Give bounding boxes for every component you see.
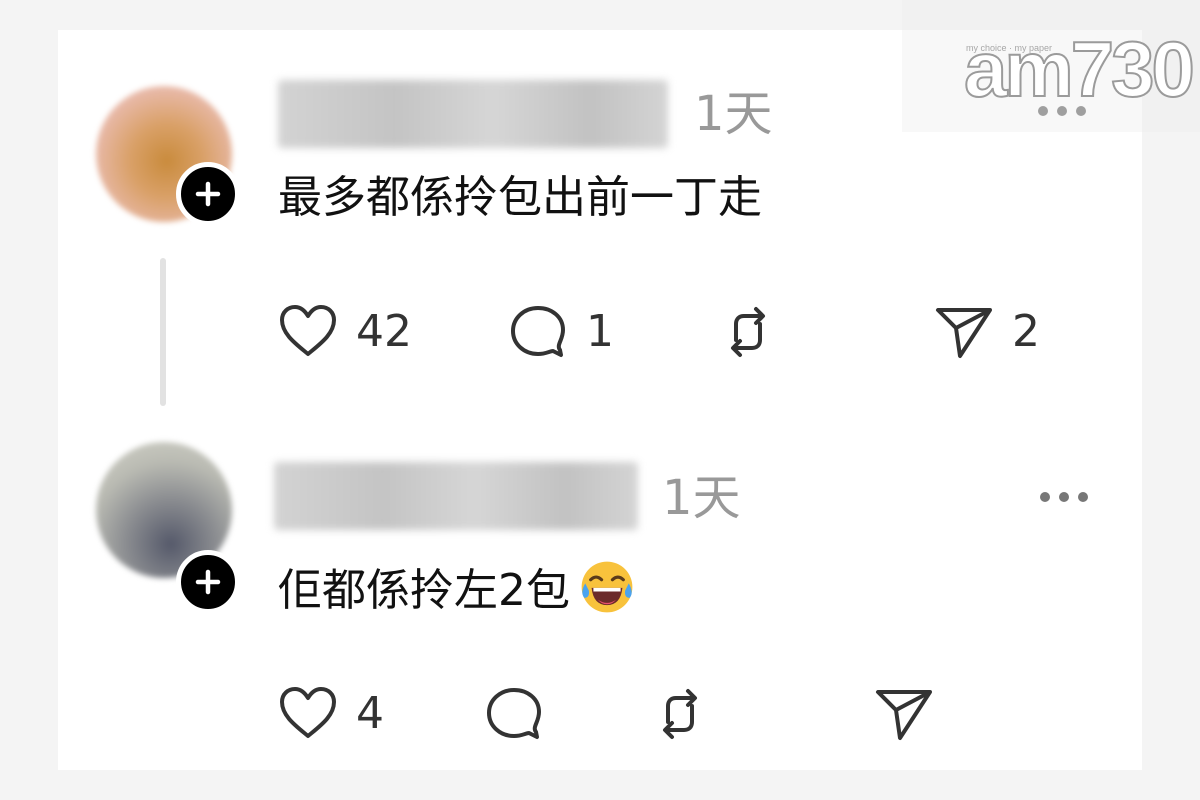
share-count: 2	[1012, 306, 1040, 357]
plus-icon	[195, 569, 221, 595]
comment-text: 佢都係拎左2包	[278, 565, 570, 616]
am730-watermark-logo: my choice · my paper am730	[902, 0, 1200, 132]
reply-button[interactable]	[482, 682, 546, 746]
plus-icon	[195, 181, 221, 207]
username[interactable]	[278, 80, 668, 148]
comment-body: 最多都係拎包出前一丁走	[278, 176, 762, 220]
comment-text: 最多都係拎包出前一丁走	[278, 172, 762, 223]
repost-icon	[663, 689, 697, 739]
like-count: 42	[356, 306, 412, 357]
share-icon	[876, 690, 932, 740]
repost-button[interactable]	[716, 300, 780, 364]
thread-line	[160, 258, 166, 406]
share-icon	[936, 308, 992, 358]
reply-count: 1	[586, 306, 614, 357]
more-icon[interactable]	[1038, 490, 1090, 504]
like-button[interactable]: 4	[276, 682, 384, 746]
reply-button[interactable]: 1	[506, 300, 614, 364]
follow-button[interactable]	[176, 162, 240, 226]
comment-icon	[511, 306, 565, 357]
username[interactable]	[274, 462, 638, 530]
comment-icon	[487, 688, 541, 739]
follow-button[interactable]	[176, 550, 240, 614]
like-button[interactable]: 42	[276, 300, 412, 364]
like-count: 4	[356, 688, 384, 739]
timestamp: 1天	[662, 470, 741, 526]
comment-thread: 1天 最多都係拎包出前一丁走 42 1 2 1天 佢都係拎左2包 4	[58, 30, 1142, 770]
share-button[interactable]: 2	[932, 300, 1040, 364]
share-button[interactable]	[872, 682, 936, 746]
tears-of-joy-emoji-icon	[581, 561, 633, 613]
comment-2: 1天 佢都係拎左2包 4	[58, 420, 1142, 770]
repost-button[interactable]	[648, 682, 712, 746]
timestamp: 1天	[694, 86, 773, 142]
heart-icon	[280, 687, 336, 738]
comment-body: 佢都係拎左2包	[278, 561, 636, 622]
logo-wordmark: am730	[963, 25, 1196, 113]
heart-icon	[280, 305, 336, 356]
repost-icon	[731, 307, 765, 357]
